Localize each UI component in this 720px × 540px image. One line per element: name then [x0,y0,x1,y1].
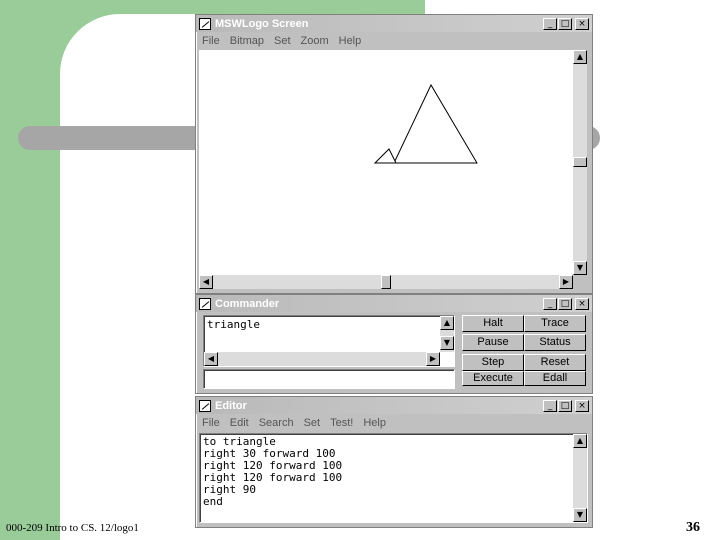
halt-button[interactable]: Halt [462,315,524,332]
turtle-drawing [373,83,478,164]
menu-help[interactable]: Help [363,417,386,429]
menu-edit[interactable]: Edit [230,417,249,429]
execute-button[interactable]: Execute [462,371,524,386]
slide-page-number: 36 [686,520,700,535]
scroll-up-icon[interactable]: ▲ [573,434,587,448]
maximize-button[interactable]: □ [558,399,572,412]
logo-app-icon [199,17,211,30]
close-button[interactable]: × [575,297,589,310]
turtle-canvas[interactable] [199,50,573,275]
slide-footer-course: 000-209 Intro to CS. 12/logo1 [6,522,139,534]
step-button[interactable]: Step [462,354,524,371]
history-entry[interactable]: triangle [207,319,260,331]
menu-set[interactable]: Set [304,417,321,429]
logo-screen-window: MSWLogo Screen _ □ × File Bitmap Set Zoo… [195,14,593,294]
hscroll-thumb[interactable] [381,275,391,289]
logo-screen-titlebar[interactable]: MSWLogo Screen _ □ × [196,15,592,32]
close-button[interactable]: × [575,399,589,412]
scroll-up-icon[interactable]: ▲ [573,50,587,64]
turtle-icon [373,148,397,164]
editor-menubar: File Edit Search Set Test! Help [196,414,592,431]
menu-test[interactable]: Test! [330,417,353,429]
menu-bitmap[interactable]: Bitmap [230,35,264,47]
menu-zoom[interactable]: Zoom [301,35,329,47]
reset-button[interactable]: Reset [524,354,586,371]
editor-text-area[interactable]: to triangle right 30 forward 100 right 1… [199,433,588,523]
screen-horizontal-scrollbar[interactable]: ◀ ▶ [199,275,573,289]
scroll-right-icon[interactable]: ▶ [559,275,573,289]
logo-screen-title: MSWLogo Screen [215,17,309,30]
maximize-button[interactable]: □ [558,17,572,30]
menu-search[interactable]: Search [259,417,294,429]
minimize-button[interactable]: _ [543,399,557,412]
trace-button[interactable]: Trace [524,315,586,332]
scroll-left-icon[interactable]: ◀ [199,275,213,289]
close-button[interactable]: × [575,17,589,30]
scroll-down-icon[interactable]: ▼ [440,336,454,350]
pause-button[interactable]: Pause [462,334,524,351]
minimize-button[interactable]: _ [543,297,557,310]
scroll-down-icon[interactable]: ▼ [573,261,587,275]
history-vertical-scrollbar[interactable]: ▲ ▼ [440,316,454,352]
minimize-button[interactable]: _ [543,17,557,30]
menu-help[interactable]: Help [339,35,362,47]
scroll-thumb[interactable] [573,157,587,167]
status-button[interactable]: Status [524,334,586,351]
edall-button[interactable]: Edall [524,371,586,386]
editor-window: Editor _ □ × File Edit Search Set Test! … [195,396,593,528]
menu-set[interactable]: Set [274,35,291,47]
commander-window: Commander _ □ × triangle ▲ ▼ ◀ ▶ Halt Tr… [195,294,593,394]
menu-file[interactable]: File [202,417,220,429]
command-history-list[interactable]: triangle ▲ ▼ ◀ ▶ [203,315,455,367]
commander-title: Commander [215,297,280,310]
command-input[interactable] [203,369,455,389]
scroll-left-icon[interactable]: ◀ [204,352,218,366]
screen-vertical-scrollbar[interactable]: ▲ ▼ [573,50,587,275]
menu-file[interactable]: File [202,35,220,47]
commander-titlebar[interactable]: Commander _ □ × [196,295,592,312]
logo-screen-menubar: File Bitmap Set Zoom Help [196,32,592,49]
scroll-down-icon[interactable]: ▼ [573,508,587,522]
editor-title: Editor [215,399,247,412]
triangle-drawing [386,83,478,164]
history-horizontal-scrollbar[interactable]: ◀ ▶ [204,352,440,366]
editor-vertical-scrollbar[interactable]: ▲ ▼ [573,434,587,522]
editor-line: end [203,495,223,508]
editor-titlebar[interactable]: Editor _ □ × [196,397,592,414]
scroll-right-icon[interactable]: ▶ [426,352,440,366]
maximize-button[interactable]: □ [558,297,572,310]
editor-app-icon [199,399,211,412]
commander-app-icon [199,297,211,310]
scroll-up-icon[interactable]: ▲ [440,316,454,330]
